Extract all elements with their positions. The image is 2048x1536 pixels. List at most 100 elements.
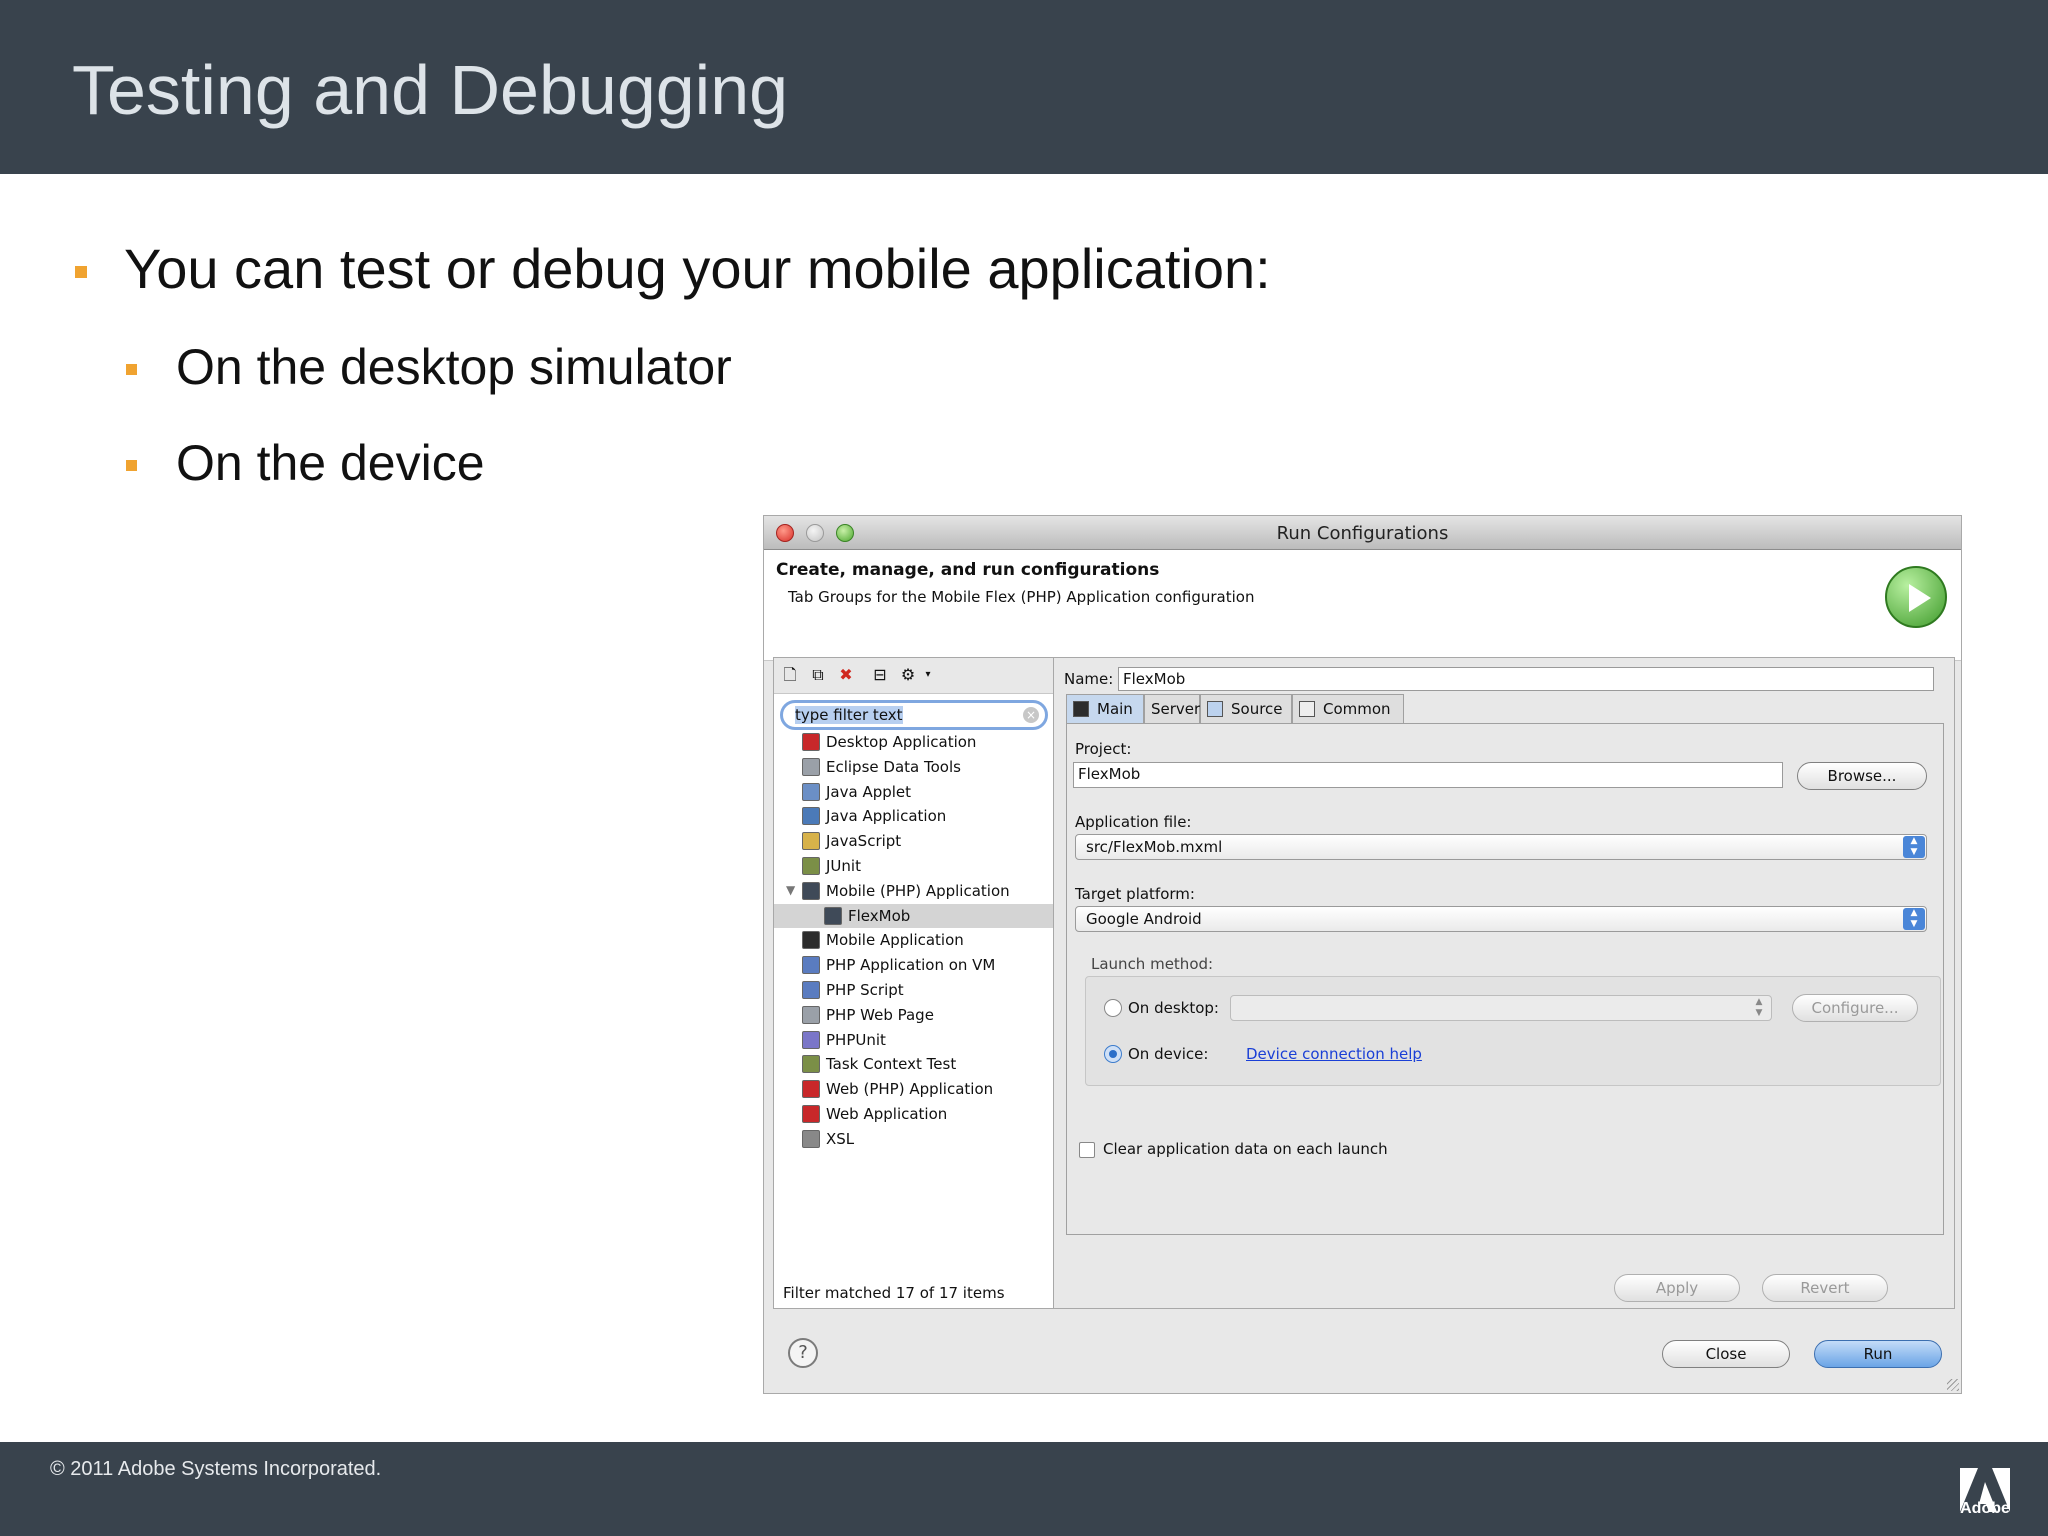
tree-item-label: PHPUnit: [826, 1030, 886, 1049]
launch-method-group: On desktop: ▲ ▼ Configure... On device: D…: [1085, 976, 1941, 1086]
tree-item-label: Java Applet: [826, 782, 912, 801]
tab-common[interactable]: Common: [1292, 694, 1404, 724]
select-arrows-icon: ▲ ▼: [1755, 997, 1763, 1018]
phpunit-icon: [802, 1030, 820, 1049]
bullet-main: You can test or debug your mobile applic…: [124, 237, 1271, 300]
collapse-all-icon[interactable]: ⊟: [870, 665, 890, 685]
name-label: Name:: [1064, 670, 1114, 688]
tree-item[interactable]: PHPUnit: [774, 1028, 1053, 1052]
on-desktop-radio[interactable]: [1104, 999, 1122, 1017]
project-label: Project:: [1075, 740, 1132, 758]
tree-item[interactable]: Java Application: [774, 804, 1053, 828]
tab-main[interactable]: Main: [1066, 694, 1144, 724]
new-config-icon[interactable]: 🗋: [780, 665, 800, 685]
tree-item[interactable]: Desktop Application: [774, 730, 1053, 754]
tree-item-label: PHP Script: [826, 981, 904, 999]
dialog-title: Run Configurations: [1276, 523, 1449, 544]
web-app-icon: [802, 1105, 820, 1123]
source-tab-icon: [1207, 701, 1223, 717]
mobile-php-icon: [802, 881, 820, 900]
slide-title: Testing and Debugging: [72, 51, 789, 129]
target-platform-value: Google Android: [1086, 910, 1202, 928]
main-tab-body: Project: FlexMob Browse... Application f…: [1066, 723, 1944, 1235]
slide-footer: [0, 1442, 2048, 1536]
tab-server[interactable]: Server: [1144, 694, 1200, 724]
banner-subtitle: Tab Groups for the Mobile Flex (PHP) App…: [788, 588, 1255, 606]
tree-item-label: Mobile Application: [826, 931, 964, 950]
tab-label: Server: [1151, 700, 1201, 718]
close-button[interactable]: Close: [1662, 1340, 1790, 1368]
run-button[interactable]: Run: [1814, 1340, 1942, 1368]
common-tab-icon: [1299, 701, 1315, 717]
resize-grip-icon[interactable]: [1947, 1379, 1959, 1391]
help-icon[interactable]: ?: [788, 1338, 818, 1368]
target-platform-label: Target platform:: [1075, 885, 1195, 903]
tree-item[interactable]: PHP Script: [774, 978, 1053, 1002]
task-context-icon: [802, 1055, 820, 1074]
bullet-sub-desktop: On the desktop simulator: [176, 339, 732, 395]
php-script-icon: [802, 981, 820, 999]
revert-button[interactable]: Revert: [1762, 1274, 1888, 1302]
mobile-app-icon: [802, 931, 820, 950]
tree-item[interactable]: Java Applet: [774, 780, 1053, 804]
delete-config-icon[interactable]: ✖: [836, 665, 856, 685]
select-arrows-icon: ▲ ▼: [1903, 836, 1925, 858]
tree-item-label: Task Context Test: [826, 1055, 957, 1074]
tree-item-label: Desktop Application: [826, 733, 977, 751]
tree-item-label: Mobile (PHP) Application: [826, 881, 1010, 900]
application-file-value: src/FlexMob.mxml: [1086, 838, 1223, 856]
bullet-marker: [126, 364, 137, 375]
tree-item-label: JUnit: [826, 857, 861, 875]
tree-item[interactable]: Eclipse Data Tools: [774, 755, 1053, 779]
web-php-icon: [802, 1080, 820, 1099]
tree-item-label: FlexMob: [848, 906, 911, 925]
clear-data-checkbox[interactable]: [1079, 1142, 1095, 1158]
php-vm-icon: [802, 956, 820, 975]
filter-text: type filter text: [795, 706, 903, 724]
tree-item[interactable]: FlexMob: [774, 903, 1053, 928]
java-applet-icon: [802, 782, 820, 801]
mobile-tab-icon: [1073, 701, 1089, 717]
name-field[interactable]: FlexMob: [1118, 667, 1934, 691]
dialog-banner: Create, manage, and run configurations T…: [764, 550, 1961, 661]
select-arrows-icon: ▲ ▼: [1903, 908, 1925, 930]
tree-item[interactable]: JavaScript: [774, 829, 1053, 853]
apply-button[interactable]: Apply: [1614, 1274, 1740, 1302]
configuration-editor-panel: Name: FlexMob Main Server Source Common …: [1054, 657, 1955, 1309]
duplicate-config-icon[interactable]: ⧉: [808, 665, 828, 685]
configure-button[interactable]: Configure...: [1792, 994, 1918, 1022]
junit-icon: [802, 857, 820, 875]
filter-config-icon[interactable]: ⚙: [898, 665, 918, 685]
tab-source[interactable]: Source: [1200, 694, 1292, 724]
tree-item-label: Java Application: [826, 807, 947, 826]
tab-label: Source: [1231, 700, 1283, 718]
run-configurations-dialog: Run Configurations Create, manage, and r…: [763, 515, 1962, 1394]
flexmob-icon: [824, 906, 842, 925]
adobe-logo-text: Adobe: [1960, 1500, 2010, 1517]
chevron-down-icon[interactable]: ▾: [918, 665, 938, 685]
bullet-marker: [75, 266, 87, 278]
tree-item[interactable]: XSL: [774, 1127, 1053, 1151]
filter-input[interactable]: type filter text ×: [780, 700, 1048, 730]
browse-button[interactable]: Browse...: [1797, 762, 1927, 790]
tree-item[interactable]: JUnit: [774, 854, 1053, 878]
application-file-select[interactable]: src/FlexMob.mxml ▲ ▼: [1075, 834, 1927, 860]
target-platform-select[interactable]: Google Android ▲ ▼: [1075, 906, 1927, 932]
tree-item[interactable]: PHP Application on VM: [774, 953, 1053, 977]
device-connection-help-link[interactable]: Device connection help: [1246, 1045, 1422, 1063]
bullet-sub-device: On the device: [176, 435, 485, 491]
project-field[interactable]: FlexMob: [1073, 762, 1783, 788]
tree-item-label: PHP Web Page: [826, 1005, 934, 1024]
clear-data-label: Clear application data on each launch: [1103, 1140, 1388, 1158]
on-device-radio[interactable]: [1104, 1045, 1122, 1063]
clear-filter-icon[interactable]: ×: [1023, 707, 1039, 723]
tree-item[interactable]: Web Application: [774, 1102, 1053, 1126]
tree-item[interactable]: Task Context Test: [774, 1052, 1053, 1076]
php-web-page-icon: [802, 1005, 820, 1024]
tree-item[interactable]: PHP Web Page: [774, 1003, 1053, 1027]
tree-item[interactable]: Mobile (PHP) Application: [774, 879, 1053, 903]
database-icon: [802, 757, 820, 776]
tree-item[interactable]: Web (PHP) Application: [774, 1077, 1053, 1101]
desktop-device-select[interactable]: ▲ ▼: [1230, 995, 1772, 1021]
tree-item[interactable]: Mobile Application: [774, 928, 1053, 952]
